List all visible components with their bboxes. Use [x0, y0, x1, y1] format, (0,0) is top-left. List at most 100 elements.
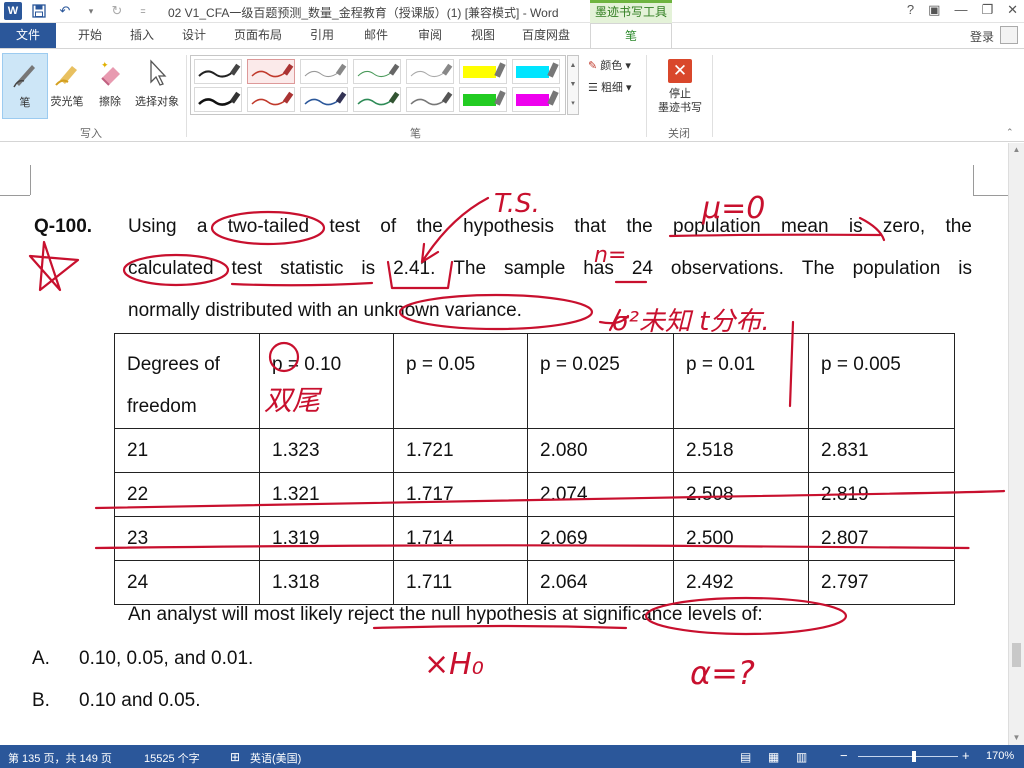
select-objects-button[interactable]: 选择对象	[130, 53, 184, 119]
stop-inking-button[interactable]: ✕ 停止 墨迹书写	[652, 55, 708, 115]
table-header-cell: p = 0.005	[808, 333, 955, 429]
table-row: 22 1.321 1.717 2.074 2.508 2.819	[114, 472, 955, 517]
table-cell: 2.807	[808, 516, 955, 561]
print-layout-icon[interactable]: ▦	[768, 750, 779, 764]
select-objects-label: 选择对象	[135, 96, 179, 108]
tab-file[interactable]: 文件	[0, 23, 56, 48]
question-line-3: normally distributed with an unknown var…	[128, 300, 522, 321]
pen-style-bottom-1[interactable]	[194, 87, 242, 112]
scroll-up-icon[interactable]: ▲	[1009, 143, 1024, 157]
redo-icon[interactable]: ↻	[108, 2, 126, 20]
pen-color-label: 颜色	[600, 60, 623, 72]
collapse-ribbon-icon[interactable]: ⌃	[1006, 127, 1014, 138]
close-group-label: 关闭	[668, 128, 690, 140]
table-cell: 1.321	[259, 472, 394, 517]
answer-option-b[interactable]: B. 0.10 and 0.05.	[32, 690, 201, 712]
quick-access-toolbar: W ↶ ▾ ↻ =	[4, 2, 152, 20]
tab-view[interactable]: 视图	[463, 23, 503, 48]
sign-in-link[interactable]: 登录	[970, 28, 994, 45]
tab-page-layout[interactable]: 页面布局	[228, 23, 288, 48]
table-cell: 2.492	[673, 560, 809, 605]
undo-dropdown-icon[interactable]: ▾	[82, 2, 100, 20]
table-cell: 2.080	[527, 428, 674, 473]
table-cell: 1.318	[259, 560, 394, 605]
table-cell: 2.074	[527, 472, 674, 517]
close-icon[interactable]: ✕	[1007, 2, 1018, 18]
question-line-2: calculated test statistic is 2.41. The s…	[128, 258, 972, 280]
pen-style-top-6[interactable]	[459, 59, 507, 84]
table-cell: 1.319	[259, 516, 394, 561]
pen-style-top-1[interactable]	[194, 59, 242, 84]
table-cell: 23	[114, 516, 260, 561]
tab-insert[interactable]: 插入	[122, 23, 162, 48]
zoom-level[interactable]: 170%	[986, 750, 1014, 762]
pen-style-bottom-5[interactable]	[406, 87, 454, 112]
document-title: 02 V1_CFA一级百题预测_数量_金程教育（授课版）(1) [兼容模式] -…	[168, 6, 559, 20]
answer-option-a[interactable]: A. 0.10, 0.05, and 0.01.	[32, 648, 253, 670]
pen-style-bottom-7[interactable]	[512, 87, 560, 112]
group-separator	[186, 55, 187, 137]
option-letter: B.	[32, 690, 50, 711]
pen-style-bottom-3[interactable]	[300, 87, 348, 112]
status-bar: 第 135 页，共 149 页 15525 个字 ⊞ 英语(美国) ▤ ▦ ▥ …	[0, 745, 1024, 768]
tab-pen[interactable]: 笔	[590, 23, 672, 49]
ribbon-tabs: 文件 开始 插入 设计 页面布局 引用 邮件 审阅 视图 百度网盘 笔 登录	[0, 23, 1024, 49]
zoom-in-icon[interactable]: +	[962, 748, 970, 763]
help-icon[interactable]: ?	[907, 2, 914, 18]
pen-gallery-scroll[interactable]: ▲ ▼ ▾	[567, 55, 579, 115]
word: of	[380, 216, 397, 237]
eraser-tool-button[interactable]: ✦ 擦除	[90, 53, 130, 119]
pen-style-top-7[interactable]	[512, 59, 560, 84]
table-row: 24 1.318 1.711 2.064 2.492 2.797	[114, 560, 955, 605]
page-count[interactable]: 第 135 页，共 149 页	[8, 750, 112, 766]
restore-icon[interactable]: ❐	[981, 2, 993, 18]
pen-tool-button[interactable]: 笔	[2, 53, 48, 119]
pen-style-top-2[interactable]	[247, 59, 295, 84]
language[interactable]: 英语(美国)	[250, 750, 301, 766]
pen-style-bottom-4[interactable]	[353, 87, 401, 112]
customize-qat-icon[interactable]: =	[134, 2, 152, 20]
vertical-scrollbar[interactable]: ▲ ▼	[1008, 143, 1024, 745]
pen-style-top-4[interactable]	[353, 59, 401, 84]
ink-tools-context-title: 墨迹书写工具	[590, 0, 672, 23]
table-header-cell: p = 0.05	[393, 333, 528, 429]
read-mode-icon[interactable]: ▤	[740, 750, 751, 764]
scroll-thumb[interactable]	[1012, 643, 1021, 667]
word: is	[361, 258, 376, 279]
cursor-icon	[130, 53, 184, 93]
proofing-icon[interactable]: ⊞	[230, 750, 240, 764]
pen-weight-button[interactable]: ☰ 粗细 ▾	[588, 79, 632, 95]
word: the	[626, 216, 653, 237]
crop-mark	[30, 165, 31, 195]
zoom-slider-handle[interactable]	[912, 751, 916, 762]
user-avatar[interactable]	[1000, 26, 1018, 44]
word: a	[196, 216, 208, 237]
minimize-icon[interactable]: —	[954, 2, 967, 18]
table-cell: 1.323	[259, 428, 394, 473]
pen-color-button[interactable]: ✎ 颜色 ▾	[588, 57, 631, 73]
title-bar: W ↶ ▾ ↻ = 02 V1_CFA一级百题预测_数量_金程教育（授课版）(1…	[0, 0, 1024, 23]
zoom-slider[interactable]	[858, 756, 958, 757]
undo-icon[interactable]: ↶	[56, 2, 74, 20]
pen-style-bottom-2[interactable]	[247, 87, 295, 112]
pen-style-top-5[interactable]	[406, 59, 454, 84]
tab-mailings[interactable]: 邮件	[356, 23, 396, 48]
web-layout-icon[interactable]: ▥	[796, 750, 807, 764]
word: is	[848, 216, 863, 237]
highlighter-tool-button[interactable]: 荧光笔	[44, 53, 90, 119]
word-count[interactable]: 15525 个字	[144, 750, 200, 766]
ribbon-display-icon[interactable]: ▣	[928, 2, 940, 18]
pen-style-top-3[interactable]	[300, 59, 348, 84]
tab-home[interactable]: 开始	[70, 23, 110, 48]
tab-design[interactable]: 设计	[174, 23, 214, 48]
word: The	[801, 258, 835, 279]
tab-references[interactable]: 引用	[302, 23, 342, 48]
tab-review[interactable]: 审阅	[410, 23, 450, 48]
pen-style-bottom-6[interactable]	[459, 87, 507, 112]
scroll-down-icon[interactable]: ▼	[1009, 731, 1024, 745]
zoom-out-icon[interactable]: −	[840, 748, 848, 763]
save-icon[interactable]	[30, 2, 48, 20]
tab-baidu-netdisk[interactable]: 百度网盘	[514, 23, 578, 48]
pen-icon	[3, 54, 47, 94]
pen-gallery	[190, 55, 566, 115]
